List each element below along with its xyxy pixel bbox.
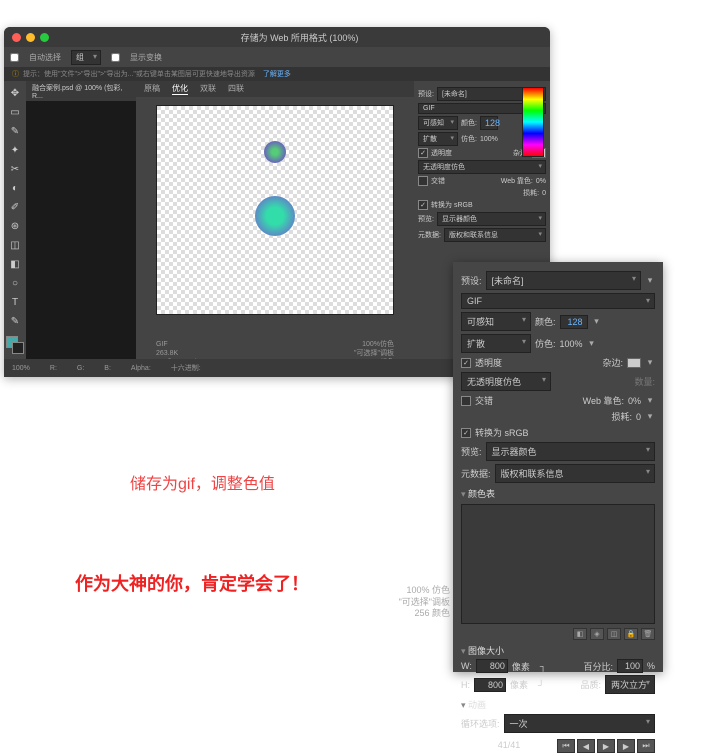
show-transform-checkbox[interactable] bbox=[111, 53, 120, 62]
ct-btn-2[interactable]: ◈ bbox=[590, 628, 604, 640]
metadata-select[interactable]: 版权和联系信息 bbox=[444, 228, 546, 242]
window-controls[interactable] bbox=[12, 33, 49, 42]
hint-bar: ⓘ 提示：使用"文件">"导出">"导出为..."或右键单击某图层可更快速地导出… bbox=[4, 67, 550, 81]
lasso-tool-icon[interactable]: ✎ bbox=[7, 123, 23, 139]
group-select[interactable]: 组 bbox=[71, 50, 101, 65]
brush-tool-icon[interactable]: ✐ bbox=[7, 199, 23, 215]
document-thumbnail: 融合案例.psd @ 100% (包彩, R... bbox=[26, 81, 136, 371]
erase-tool-icon[interactable]: ◫ bbox=[7, 237, 23, 253]
info-icon: ⓘ bbox=[12, 69, 19, 79]
play-icon[interactable]: ▶ bbox=[597, 739, 615, 753]
gradient-tool-icon[interactable]: ◧ bbox=[7, 256, 23, 272]
side-info: 100% 仿色"可选择"调板256 颜色 bbox=[399, 585, 450, 620]
colors-input[interactable]: 128 bbox=[480, 116, 498, 130]
frame-counter: 41/41 bbox=[498, 740, 521, 750]
percent-input[interactable] bbox=[617, 659, 643, 673]
trans-dither-select[interactable]: 无透明度仿色 bbox=[418, 160, 546, 174]
dither-select[interactable]: 扩散 bbox=[418, 132, 458, 146]
width-input[interactable] bbox=[476, 659, 508, 673]
algo-select[interactable]: 可感知 bbox=[418, 116, 458, 130]
ct-btn-trash-icon[interactable]: 🗑 bbox=[641, 628, 655, 640]
toolbar: ✥ ▭ ✎ ✦ ✂ ◐ ✐ ⊛ ◫ ◧ ○ T ✎ bbox=[4, 81, 26, 371]
anim-label: 动画 bbox=[468, 700, 486, 710]
tab-original[interactable]: 原稿 bbox=[144, 83, 160, 95]
preview-select-lg[interactable]: 显示器颜色 bbox=[486, 442, 655, 461]
titlebar: 存储为 Web 所用格式 (100%) bbox=[4, 27, 550, 47]
auto-select-label: 自动选择 bbox=[29, 52, 61, 63]
wand-tool-icon[interactable]: ✦ bbox=[7, 142, 23, 158]
ct-btn-lock-icon[interactable]: 🔒 bbox=[624, 628, 638, 640]
tab-2up[interactable]: 双联 bbox=[200, 83, 216, 95]
interlace-checkbox-lg[interactable] bbox=[461, 396, 471, 406]
height-input[interactable] bbox=[474, 678, 506, 692]
close-icon[interactable] bbox=[12, 33, 21, 42]
color-table[interactable] bbox=[461, 504, 655, 624]
color-swatch[interactable] bbox=[6, 336, 24, 354]
pen-tool-icon[interactable]: ✎ bbox=[7, 313, 23, 329]
dodge-tool-icon[interactable]: ○ bbox=[7, 275, 23, 291]
auto-select-checkbox[interactable] bbox=[10, 53, 19, 62]
trans-dither-select-lg[interactable]: 无透明度仿色 bbox=[461, 372, 551, 391]
tab-optimized[interactable]: 优化 bbox=[172, 83, 188, 95]
loop-select[interactable]: 一次 bbox=[504, 714, 655, 733]
color-picker-strip[interactable] bbox=[522, 87, 544, 157]
colortable-label: 颜色表 bbox=[468, 489, 495, 499]
first-frame-icon[interactable]: ⏮ bbox=[557, 739, 575, 753]
marquee-tool-icon[interactable]: ▭ bbox=[7, 104, 23, 120]
options-bar: 自动选择 组 显示变换 bbox=[4, 47, 550, 67]
ct-btn-1[interactable]: ◧ bbox=[573, 628, 587, 640]
minimize-icon[interactable] bbox=[26, 33, 35, 42]
format-select-lg[interactable]: GIF bbox=[461, 293, 655, 309]
hint-text: 提示：使用"文件">"导出">"导出为..."或右键单击某图层可更快速地导出资源 bbox=[23, 69, 255, 79]
quality-select[interactable]: 两次立方 bbox=[605, 675, 655, 694]
learn-more-link[interactable]: 了解更多 bbox=[263, 69, 291, 79]
eyedrop-tool-icon[interactable]: ◐ bbox=[7, 180, 23, 196]
interlace-checkbox[interactable] bbox=[418, 176, 428, 186]
srgb-checkbox-lg[interactable] bbox=[461, 428, 471, 438]
metadata-select-lg[interactable]: 版权和联系信息 bbox=[495, 464, 655, 483]
colors-input-lg[interactable]: 128 bbox=[560, 315, 588, 329]
zoom-level[interactable]: 100% bbox=[12, 365, 30, 372]
imgsize-label: 图像大小 bbox=[468, 646, 504, 656]
srgb-checkbox[interactable] bbox=[418, 200, 428, 210]
settings-panel-large: 预设:[未命名]▾ GIF 可感知颜色:128▾ 扩散仿色:100%▾ 透明度杂… bbox=[453, 262, 663, 672]
algo-select-lg[interactable]: 可感知 bbox=[461, 312, 531, 331]
caption-1: 储存为gif，调整色值 bbox=[130, 470, 275, 494]
preset-menu-icon[interactable]: ▾ bbox=[645, 275, 655, 286]
dither-select-lg[interactable]: 扩散 bbox=[461, 334, 531, 353]
caption-2: 作为大神的你，肯定学会了！ bbox=[75, 570, 309, 596]
preview-canvas[interactable] bbox=[156, 105, 394, 315]
matte-swatch-lg[interactable] bbox=[627, 358, 641, 368]
move-tool-icon[interactable]: ✥ bbox=[7, 85, 23, 101]
transparency-checkbox-lg[interactable] bbox=[461, 358, 471, 368]
tab-4up[interactable]: 四联 bbox=[228, 83, 244, 95]
text-tool-icon[interactable]: T bbox=[7, 294, 23, 310]
zoom-icon[interactable] bbox=[40, 33, 49, 42]
last-frame-icon[interactable]: ⏭ bbox=[637, 739, 655, 753]
preview-area: 原稿 优化 双联 四联 GIF 263.8K 48 @ 56.6 Kbps 10… bbox=[136, 81, 414, 371]
dither-dropdown-icon[interactable]: ▾ bbox=[587, 338, 597, 349]
window-title: 存储为 Web 所用格式 (100%) bbox=[57, 31, 542, 44]
stamp-tool-icon[interactable]: ⊛ bbox=[7, 218, 23, 234]
preset-select-lg[interactable]: [未命名] bbox=[486, 271, 641, 290]
crop-tool-icon[interactable]: ✂ bbox=[7, 161, 23, 177]
color-dropdown-icon[interactable]: ▾ bbox=[592, 316, 602, 327]
ct-btn-3[interactable]: ◫ bbox=[607, 628, 621, 640]
preset-label: 预设: bbox=[418, 89, 434, 99]
show-transform-label: 显示变换 bbox=[130, 52, 162, 63]
shape-small bbox=[264, 141, 286, 163]
preview-select[interactable]: 显示器颜色 bbox=[437, 212, 546, 226]
preview-tabs: 原稿 优化 双联 四联 bbox=[136, 81, 414, 97]
document-tab[interactable]: 融合案例.psd @ 100% (包彩, R... bbox=[26, 81, 136, 101]
prev-frame-icon[interactable]: ◀ bbox=[577, 739, 595, 753]
shape-large bbox=[255, 196, 295, 236]
next-frame-icon[interactable]: ▶ bbox=[617, 739, 635, 753]
transparency-checkbox[interactable] bbox=[418, 148, 428, 158]
